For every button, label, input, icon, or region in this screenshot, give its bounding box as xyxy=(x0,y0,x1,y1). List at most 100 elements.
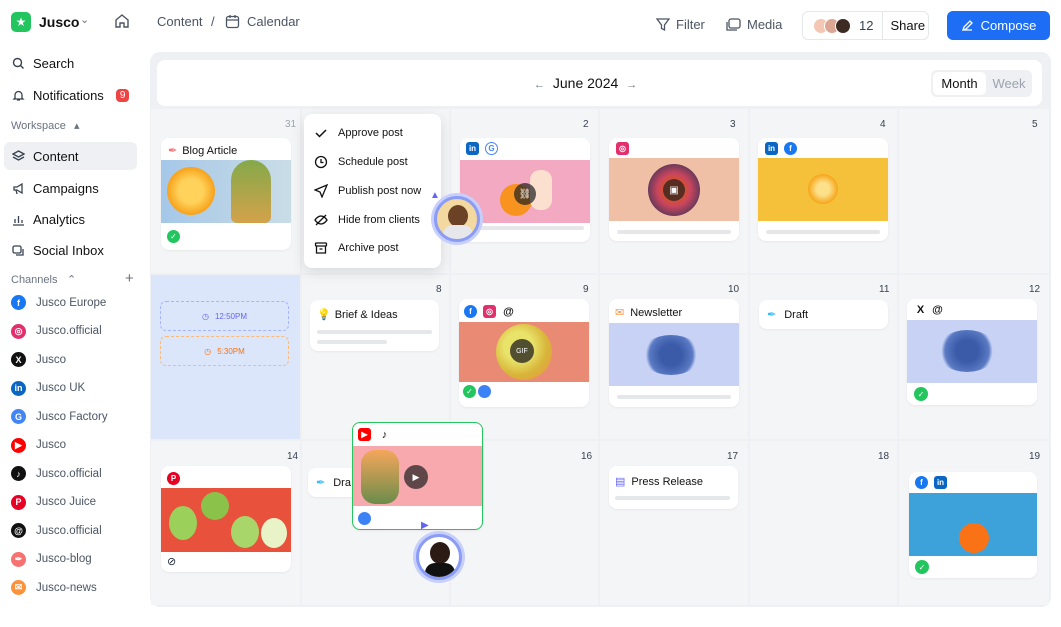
menu-label: Schedule post xyxy=(338,156,408,168)
prev-month-button[interactable]: ← xyxy=(534,79,545,91)
facebook-icon: f xyxy=(464,305,477,318)
card-title-text: Brief & Ideas xyxy=(334,308,398,321)
post-card[interactable]: ✉ Newsletter xyxy=(609,299,739,407)
day-number: 16 xyxy=(581,451,593,462)
breadcrumb-calendar[interactable]: Calendar xyxy=(247,14,300,29)
linkedin-icon: in xyxy=(11,380,26,396)
clock-icon: ◷ xyxy=(201,311,209,321)
share-button[interactable]: Share xyxy=(890,18,925,33)
day-cell[interactable] xyxy=(899,109,1049,273)
channel-item[interactable]: @ Jusco.official xyxy=(11,523,102,538)
channel-item[interactable]: ◎ Jusco.official xyxy=(11,323,102,339)
day-cell[interactable] xyxy=(750,441,897,605)
post-card[interactable]: 💡 Brief & Ideas xyxy=(310,300,439,351)
hide-from-clients-item[interactable]: Hide from clients xyxy=(314,213,420,227)
channel-item[interactable]: ▶ Jusco xyxy=(11,437,66,453)
card-title: ✒ Blog Article xyxy=(168,144,238,158)
channel-item[interactable]: ♪ Jusco.official xyxy=(11,466,102,481)
media-button[interactable]: Media xyxy=(726,17,782,32)
search-nav[interactable]: Search xyxy=(4,49,137,77)
chevron-up-icon[interactable]: ⌃ xyxy=(67,273,76,286)
post-card[interactable]: ▤ Press Release xyxy=(609,466,738,509)
time-slot[interactable]: ◷ 12:50PM xyxy=(160,301,289,331)
notifications-nav[interactable]: Notifications 9 xyxy=(4,81,137,109)
sidebar-item-content[interactable]: Content xyxy=(4,142,137,170)
sidebar-item-social-inbox[interactable]: Social Inbox xyxy=(4,236,137,264)
approve-post-item[interactable]: Approve post xyxy=(314,126,403,140)
post-card[interactable]: ◎ ▣ xyxy=(609,138,739,241)
eye-off-icon xyxy=(314,214,328,226)
channel-item[interactable]: G Jusco Factory xyxy=(11,409,108,424)
collaborator-avatar xyxy=(434,196,480,242)
filter-button[interactable]: Filter xyxy=(656,17,705,32)
sidebar-item-label: Analytics xyxy=(33,211,86,227)
youtube-icon: ▶ xyxy=(358,428,371,441)
post-card[interactable]: ✒ Blog Article ✓ xyxy=(161,138,291,250)
day-number: 31 xyxy=(285,119,297,130)
day-number: 14 xyxy=(287,451,299,462)
next-month-button[interactable]: → xyxy=(626,79,637,91)
month-label: June 2024 xyxy=(552,75,619,91)
schedule-post-item[interactable]: Schedule post xyxy=(314,155,408,169)
workspace-name[interactable]: Jusco xyxy=(39,14,79,30)
menu-label: Approve post xyxy=(338,127,403,139)
post-image xyxy=(609,323,739,386)
linkedin-icon: in xyxy=(765,142,778,155)
week-view-button[interactable]: Week xyxy=(988,72,1030,95)
collaborator-avatar xyxy=(416,534,462,580)
post-card[interactable]: P ⊘ xyxy=(161,466,291,572)
card-title-text: Draft xyxy=(784,308,809,321)
post-card[interactable]: in G ⛓ xyxy=(460,138,590,242)
post-card[interactable]: ✒ Draft xyxy=(759,300,888,329)
instagram-icon: ◎ xyxy=(616,142,629,155)
workspace-logo[interactable]: ★ xyxy=(11,12,31,32)
media-icon xyxy=(726,17,741,31)
card-title-text: Blog Article xyxy=(182,144,238,157)
add-channel-icon[interactable]: + xyxy=(125,270,134,287)
channel-item[interactable]: ✉ Jusco-news xyxy=(11,580,97,595)
dragged-post-card[interactable]: ▶ ♪ ▶ xyxy=(352,422,483,530)
archive-post-item[interactable]: Archive post xyxy=(314,241,399,255)
channel-label: Jusco.official xyxy=(36,467,102,480)
card-title-text: Newsletter xyxy=(630,306,683,319)
sidebar-item-campaigns[interactable]: Campaigns xyxy=(4,174,137,202)
clock-icon: ◷ xyxy=(204,346,212,356)
home-icon[interactable] xyxy=(114,13,130,34)
channel-item[interactable]: P Jusco Juice xyxy=(11,494,96,510)
channel-item[interactable]: ✒ Jusco-blog xyxy=(11,551,92,567)
placeholder-bar xyxy=(480,226,584,230)
inbox-icon xyxy=(12,244,24,256)
send-icon xyxy=(314,184,328,198)
breadcrumb-content[interactable]: Content xyxy=(157,14,203,29)
instagram-icon: ◎ xyxy=(11,323,26,339)
time-slot[interactable]: ◷ 5:30PM xyxy=(160,336,289,366)
filter-icon xyxy=(656,17,670,31)
publish-post-now-item[interactable]: Publish post now xyxy=(314,184,421,198)
post-card[interactable]: f in ✓ xyxy=(909,472,1037,578)
channel-label: Jusco-blog xyxy=(36,553,92,565)
share-group[interactable]: 12 Share xyxy=(802,11,929,40)
channel-item[interactable]: in Jusco UK xyxy=(11,380,85,396)
channel-label: Jusco.official xyxy=(36,325,102,337)
day-number: 10 xyxy=(728,284,740,295)
post-image xyxy=(161,160,291,223)
channel-item[interactable]: X Jusco xyxy=(11,352,66,367)
day-number: 3 xyxy=(730,119,736,130)
menu-label: Publish post now xyxy=(338,185,422,197)
post-card[interactable]: f ◎ @ GIF ✓ xyxy=(459,299,589,407)
post-card[interactable]: X @ ✓ xyxy=(907,299,1037,405)
sidebar-item-analytics[interactable]: Analytics xyxy=(4,205,137,233)
link-icon: ⛓ xyxy=(514,183,536,205)
facebook-icon: f xyxy=(784,142,797,155)
chevron-down-icon[interactable]: ⌄ xyxy=(80,13,89,26)
bell-icon xyxy=(12,90,25,101)
compose-button[interactable]: Compose xyxy=(947,11,1050,40)
channel-item[interactable]: f Jusco Europe xyxy=(11,295,106,310)
pin-icon[interactable]: ▴ xyxy=(74,119,80,132)
post-card[interactable]: in f xyxy=(758,138,888,241)
pinterest-icon: P xyxy=(11,494,26,510)
instagram-icon: ◎ xyxy=(483,305,496,318)
channel-label: Jusco xyxy=(36,353,67,366)
card-title: ▤ Press Release xyxy=(615,475,703,489)
month-view-button[interactable]: Month xyxy=(933,72,986,95)
